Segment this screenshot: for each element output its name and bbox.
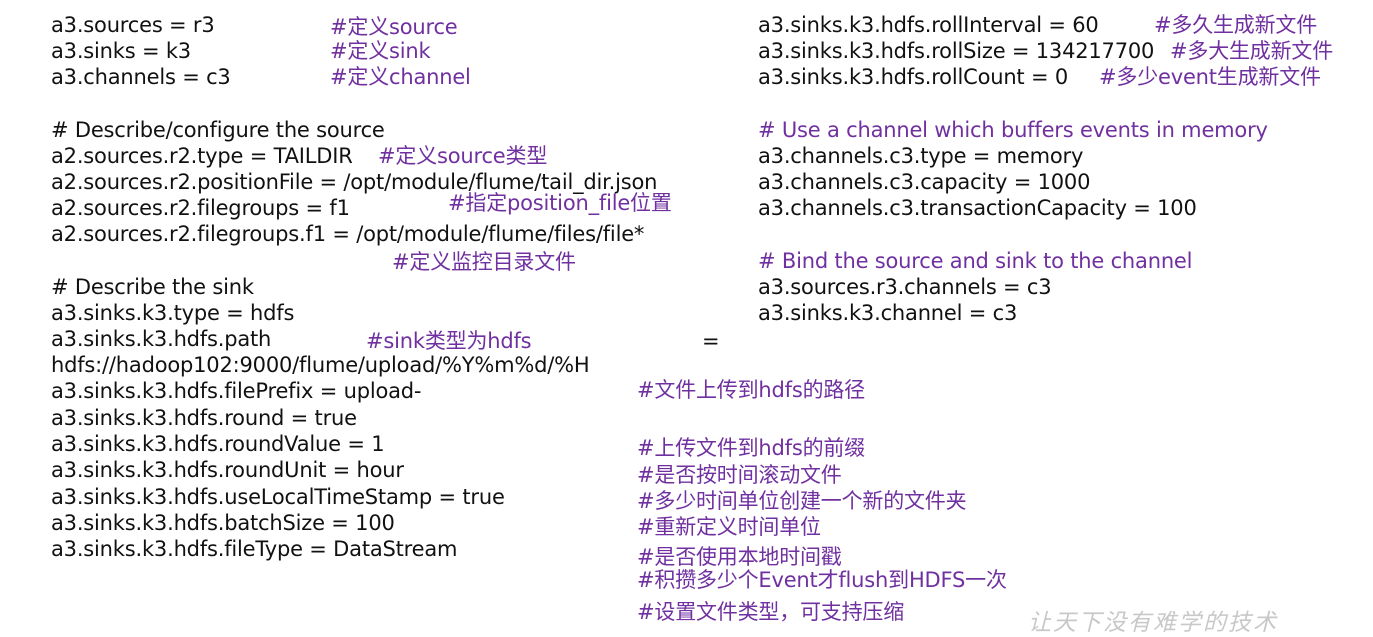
config-line: a3.sinks.k3.hdfs.fileType = DataStream [51, 537, 458, 561]
config-line: a3.sources = r3 [51, 13, 215, 37]
section-heading: # Use a channel which buffers events in … [758, 118, 1268, 142]
config-line: a3.sinks.k3.hdfs.roundValue = 1 [51, 432, 385, 456]
config-line: a3.sinks.k3.channel = c3 [758, 301, 1018, 325]
config-comment: #sink类型为hdfs [366, 329, 532, 353]
config-comment: #多少event生成新文件 [1099, 65, 1321, 89]
config-comment: #多大生成新文件 [1170, 39, 1333, 63]
config-line: a3.sources.r3.channels = c3 [758, 275, 1052, 299]
section-heading: # Describe the sink [51, 275, 254, 299]
config-line: hdfs://hadoop102:9000/flume/upload/%Y%m%… [51, 353, 590, 377]
config-line: a3.sinks.k3.hdfs.path [51, 327, 272, 351]
config-line: a3.sinks.k3.type = hdfs [51, 301, 295, 325]
config-line: a3.sinks.k3.hdfs.rollInterval = 60 [758, 13, 1099, 37]
config-line: a3.channels.c3.type = memory [758, 144, 1084, 168]
config-comment: #定义channel [330, 65, 471, 89]
config-line: a3.sinks.k3.hdfs.round = true [51, 406, 357, 430]
config-line: a3.sinks.k3.hdfs.rollSize = 134217700 [758, 39, 1155, 63]
config-comment: #文件上传到hdfs的路径 [637, 378, 865, 402]
config-line: a2.sources.r2.filegroups = f1 [51, 196, 350, 220]
config-comment: #定义source [330, 15, 458, 39]
config-comment: #定义监控目录文件 [392, 250, 576, 274]
config-line: a2.sources.r2.filegroups.f1 = /opt/modul… [51, 222, 645, 246]
config-line: a3.channels.c3.transactionCapacity = 100 [758, 196, 1197, 220]
config-line: a3.sinks.k3.hdfs.useLocalTimeStamp = tru… [51, 485, 505, 509]
config-comment: #指定position_file位置 [448, 191, 672, 215]
config-comment: #多少时间单位创建一个新的文件夹 [637, 489, 967, 513]
config-line: a3.sinks.k3.hdfs.batchSize = 100 [51, 511, 395, 535]
config-comment: #设置文件类型，可支持压缩 [637, 600, 904, 624]
config-line: a3.channels = c3 [51, 65, 231, 89]
watermark: 让天下没有难学的技术 [1028, 610, 1278, 636]
config-comment: #积攒多少个Event才flush到HDFS一次 [637, 568, 1007, 592]
config-equals: = [702, 329, 720, 353]
config-comment: #定义sink [330, 39, 431, 63]
config-comment: #是否按时间滚动文件 [637, 463, 842, 487]
section-heading: # Bind the source and sink to the channe… [758, 249, 1193, 273]
config-line: a3.sinks.k3.hdfs.roundUnit = hour [51, 458, 404, 482]
config-comment: #定义source类型 [378, 144, 548, 168]
config-line: a3.sinks.k3.hdfs.filePrefix = upload- [51, 379, 422, 403]
config-comment: #重新定义时间单位 [637, 515, 821, 539]
config-line: a2.sources.r2.type = TAILDIR [51, 144, 353, 168]
section-heading: # Describe/configure the source [51, 118, 385, 142]
config-line: a3.sinks = k3 [51, 39, 191, 63]
config-comment: #上传文件到hdfs的前缀 [637, 436, 865, 460]
config-line: a3.sinks.k3.hdfs.rollCount = 0 [758, 65, 1068, 89]
config-line: a3.channels.c3.capacity = 1000 [758, 170, 1091, 194]
config-comment: #多久生成新文件 [1154, 13, 1317, 37]
